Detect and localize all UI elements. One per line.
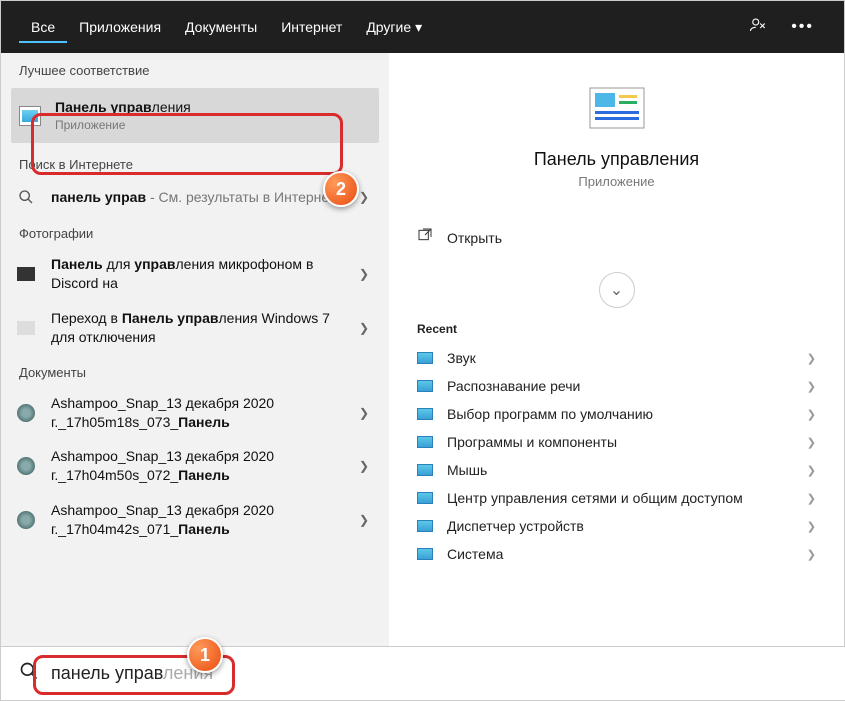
tab-more[interactable]: Другие▾ xyxy=(354,11,434,44)
feedback-icon[interactable] xyxy=(737,8,779,47)
chevron-right-icon: ❯ xyxy=(807,520,816,533)
chevron-right-icon: ❯ xyxy=(807,492,816,505)
recent-item[interactable]: Программы и компоненты❯ xyxy=(389,428,844,456)
search-icon xyxy=(19,661,39,686)
hero: Панель управления Приложение xyxy=(389,53,844,207)
best-match-item[interactable]: Панель управления Приложение xyxy=(11,88,379,143)
chevron-right-icon: ❯ xyxy=(807,548,816,561)
applet-icon xyxy=(417,380,433,392)
section-photos: Фотографии xyxy=(1,216,389,247)
results-panel: Лучшее соответствие Панель управления Пр… xyxy=(1,53,389,647)
recent-item[interactable]: Мышь❯ xyxy=(389,456,844,484)
recent-item[interactable]: Центр управления сетями и общим доступом… xyxy=(389,484,844,512)
control-panel-icon xyxy=(19,105,41,127)
chevron-right-icon: ❯ xyxy=(353,267,375,281)
chevron-right-icon: ❯ xyxy=(353,459,375,473)
doc-result-2[interactable]: Ashampoo_Snap_13 декабря 2020 г._17h04m5… xyxy=(1,439,389,493)
chevron-down-icon: ⌄ xyxy=(610,280,623,300)
more-options-icon[interactable]: ••• xyxy=(779,10,826,44)
search-input[interactable]: панель управления xyxy=(51,663,828,684)
recent-item[interactable]: Звук❯ xyxy=(389,344,844,372)
document-icon xyxy=(15,509,37,531)
hero-title: Панель управления xyxy=(389,149,844,170)
chevron-down-icon: ▾ xyxy=(415,19,422,36)
doc-result-1[interactable]: Ashampoo_Snap_13 декабря 2020 г._17h05m1… xyxy=(1,386,389,440)
search-icon xyxy=(15,186,37,208)
photo-icon xyxy=(15,263,37,285)
applet-icon xyxy=(417,464,433,476)
photo-icon xyxy=(15,317,37,339)
tab-internet[interactable]: Интернет xyxy=(269,11,354,43)
chevron-right-icon: ❯ xyxy=(807,352,816,365)
tab-documents[interactable]: Документы xyxy=(173,11,269,43)
chevron-right-icon: ❯ xyxy=(807,436,816,449)
applet-icon xyxy=(417,408,433,420)
applet-icon xyxy=(417,548,433,560)
tab-all[interactable]: Все xyxy=(19,11,67,43)
applet-icon xyxy=(417,436,433,448)
applet-icon xyxy=(417,520,433,532)
photo-result-1[interactable]: Панель для управления микрофоном в Disco… xyxy=(1,247,389,301)
chevron-right-icon: ❯ xyxy=(353,406,375,420)
header: Все Приложения Документы Интернет Другие… xyxy=(1,1,844,53)
doc-result-3[interactable]: Ashampoo_Snap_13 декабря 2020 г._17h04m4… xyxy=(1,493,389,547)
chevron-right-icon: ❯ xyxy=(807,380,816,393)
chevron-right-icon: ❯ xyxy=(807,408,816,421)
search-bar: панель управления xyxy=(1,646,845,700)
photo-result-2[interactable]: Переход в Панель управления Windows 7 дл… xyxy=(1,301,389,355)
chevron-right-icon: ❯ xyxy=(807,464,816,477)
annotation-callout-2: 2 xyxy=(323,171,359,207)
open-label: Открыть xyxy=(447,230,502,246)
annotation-callout-1: 1 xyxy=(187,637,223,673)
document-icon xyxy=(15,455,37,477)
body: Лучшее соответствие Панель управления Пр… xyxy=(1,53,844,647)
recent-item[interactable]: Распознавание речи❯ xyxy=(389,372,844,400)
recent-item[interactable]: Выбор программ по умолчанию❯ xyxy=(389,400,844,428)
section-documents: Документы xyxy=(1,355,389,386)
section-best-match: Лучшее соответствие xyxy=(1,53,389,84)
recent-item[interactable]: Система❯ xyxy=(389,540,844,568)
applet-icon xyxy=(417,352,433,364)
tab-apps[interactable]: Приложения xyxy=(67,11,173,43)
chevron-right-icon: ❯ xyxy=(353,321,375,335)
expand-button[interactable]: ⌄ xyxy=(599,272,635,308)
open-action[interactable]: Открыть xyxy=(417,219,816,256)
control-panel-large-icon xyxy=(589,87,645,129)
recent-item[interactable]: Диспетчер устройств❯ xyxy=(389,512,844,540)
recent-header: Recent xyxy=(389,318,844,344)
chevron-right-icon: ❯ xyxy=(353,513,375,527)
detail-panel: Панель управления Приложение Открыть ⌄ R… xyxy=(389,53,844,647)
search-window: Все Приложения Документы Интернет Другие… xyxy=(0,0,845,701)
open-icon xyxy=(417,227,433,248)
applet-icon xyxy=(417,492,433,504)
hero-subtitle: Приложение xyxy=(389,174,844,189)
document-icon xyxy=(15,402,37,424)
